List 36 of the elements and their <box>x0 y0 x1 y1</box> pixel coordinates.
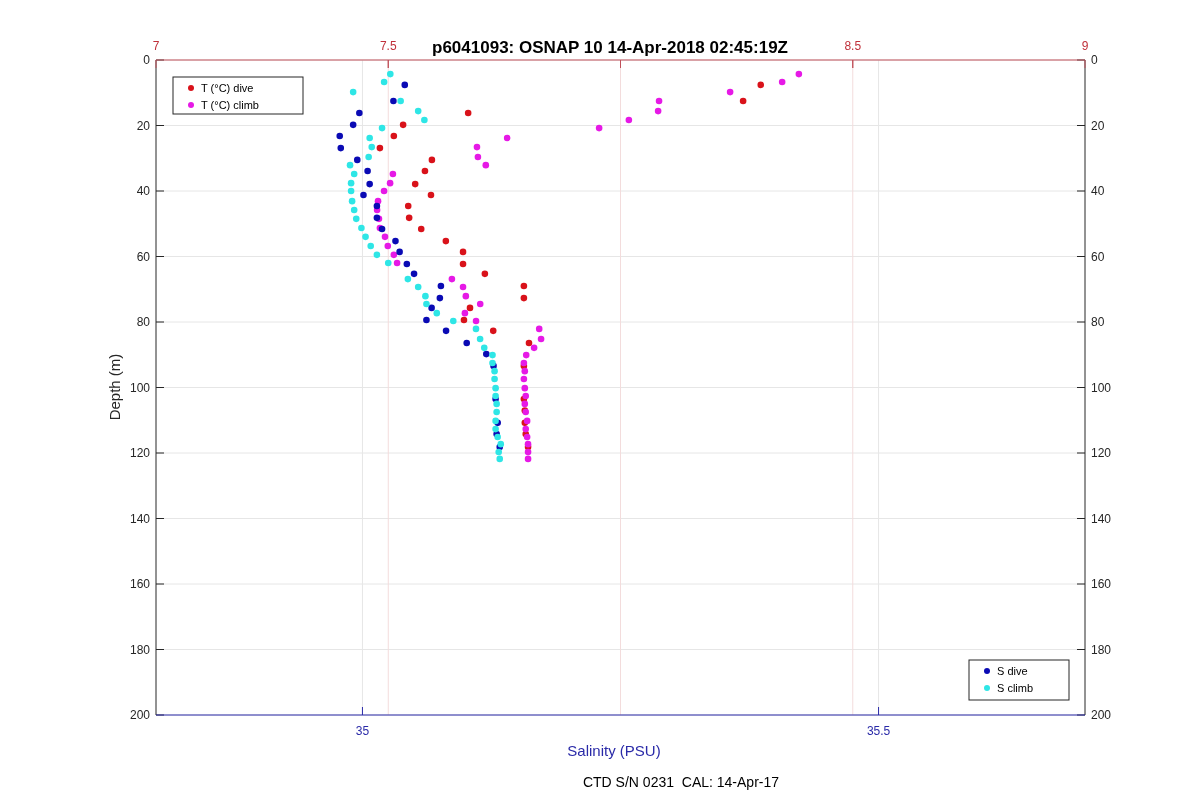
tick-label: 20 <box>136 118 150 133</box>
tick-label: 140 <box>1091 511 1112 526</box>
tick-label: 0 <box>1091 53 1098 67</box>
tick-label: 100 <box>1091 380 1112 395</box>
tick-label: 140 <box>129 511 150 526</box>
y-axis-label: Depth (m) <box>106 353 123 421</box>
tick-label: 7 <box>152 39 160 53</box>
tick-label: 80 <box>1091 315 1105 329</box>
tick-label: 40 <box>1091 184 1105 198</box>
legend-label: T (°C) dive <box>201 82 254 94</box>
tick-label: 8.5 <box>844 39 862 53</box>
tick-label: 60 <box>1091 249 1105 264</box>
tick-label: 20 <box>1091 118 1105 133</box>
tick-label: 60 <box>136 249 150 264</box>
legend-label: S dive <box>997 665 1028 677</box>
tick-label: 120 <box>1091 446 1112 460</box>
tick-label: 200 <box>129 708 150 722</box>
legend-label: T (°C) climb <box>201 99 259 111</box>
tick-label: 80 <box>136 315 150 329</box>
tick-label: 180 <box>1091 642 1112 657</box>
x-axis-label: Salinity (PSU) <box>567 742 661 759</box>
tick-label: 35.5 <box>866 724 891 738</box>
tick-label: 120 <box>129 446 150 460</box>
tick-label: 160 <box>1091 577 1112 591</box>
tick-label: 9 <box>1081 39 1089 53</box>
legend-label: S climb <box>997 682 1034 694</box>
tick-label: 40 <box>136 184 150 198</box>
tick-label: 0 <box>143 53 150 67</box>
tick-label: 180 <box>129 642 150 657</box>
tick-label: 160 <box>129 577 150 591</box>
tick-label: 100 <box>129 380 150 395</box>
tick-label: 7.5 <box>379 39 397 53</box>
tick-label: 35 <box>355 724 370 738</box>
calibration-note: CTD S/N 0231 CAL: 14-Apr-17 <box>582 774 780 790</box>
chart-title: p6041093: OSNAP 10 14-Apr-2018 02:45:19Z <box>432 38 788 57</box>
tick-label: 200 <box>1091 708 1112 722</box>
